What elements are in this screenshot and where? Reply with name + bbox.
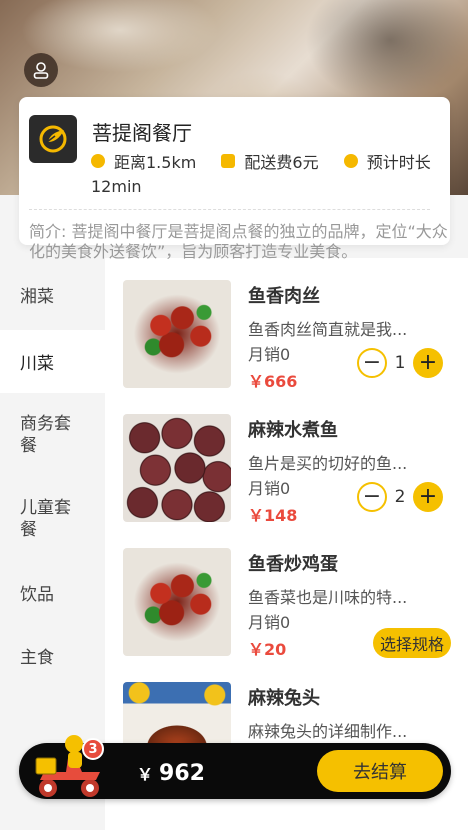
- sidebar-item-label: 商务套餐: [20, 414, 71, 456]
- shop-intro: 简介: 菩提阁中餐厅是菩提阁点餐的独立的品牌，定位“大众 化的美食外送餐饮”，旨…: [29, 222, 448, 261]
- dish-name: 麻辣兔头: [248, 688, 320, 709]
- dish-price: ￥666: [248, 372, 298, 391]
- list-item[interactable]: 鱼香肉丝 鱼香肉丝简直就是我... 月销0 ￥666 − 1 +: [105, 280, 468, 410]
- cart-total: ￥ 962: [137, 761, 205, 786]
- sidebar-item-hunan[interactable]: 湘菜: [0, 258, 105, 330]
- list-item[interactable]: 麻辣水煮鱼 鱼片是买的切好的鱼... 月销0 ￥148 − 2 +: [105, 414, 468, 544]
- dish-desc: 麻辣兔头的详细制作...: [248, 722, 408, 741]
- plus-button[interactable]: +: [413, 348, 443, 378]
- dish-sales: 月销0: [248, 345, 291, 364]
- eta-info: 预计时长: [343, 149, 431, 173]
- dish-desc: 鱼香菜也是川味的特...: [248, 588, 408, 607]
- minus-button[interactable]: −: [357, 348, 387, 378]
- distance-info: 距离1.5km: [91, 149, 196, 173]
- delivery-fee-info: 配送费6元: [221, 149, 319, 173]
- cart-count-badge: 3: [82, 738, 104, 760]
- dish-sales: 月销0: [248, 613, 291, 632]
- navigation-icon: [343, 154, 358, 168]
- sidebar-item-kids-set[interactable]: 儿童套餐: [0, 477, 105, 561]
- choose-spec-button[interactable]: 选择规格: [373, 628, 451, 658]
- dish-price: ￥148: [248, 506, 298, 525]
- distance-text: 距离1.5km: [114, 153, 197, 172]
- quantity-value: 1: [394, 353, 406, 373]
- user-icon[interactable]: [24, 53, 58, 87]
- dish-image: [123, 414, 231, 522]
- quantity-stepper: − 1 +: [357, 348, 443, 378]
- dish-desc: 鱼片是买的切好的鱼...: [248, 454, 408, 473]
- minus-button[interactable]: −: [357, 482, 387, 512]
- dish-image: [123, 280, 231, 388]
- clock-icon: [91, 154, 105, 168]
- currency-symbol: ￥: [137, 765, 154, 784]
- delivery-fee-text: 配送费6元: [244, 153, 319, 172]
- list-item[interactable]: 鱼香炒鸡蛋 鱼香菜也是川味的特... 月销0 ￥20 选择规格: [105, 548, 468, 678]
- cart-total-value: 962: [159, 761, 205, 786]
- quantity-stepper: − 2 +: [357, 482, 443, 512]
- dish-name: 鱼香炒鸡蛋: [248, 554, 338, 575]
- plus-button[interactable]: +: [413, 482, 443, 512]
- bag-icon: [221, 154, 236, 168]
- checkout-button[interactable]: 去结算: [317, 750, 443, 792]
- shop-logo-icon: [29, 115, 77, 163]
- eta-value: 12min: [91, 177, 142, 196]
- sidebar-item-staple[interactable]: 主食: [0, 624, 105, 687]
- sidebar-item-drinks[interactable]: 饮品: [0, 561, 105, 624]
- dish-sales: 月销0: [248, 479, 291, 498]
- quantity-value: 2: [394, 487, 406, 507]
- dish-name: 麻辣水煮鱼: [248, 420, 338, 441]
- dish-name: 鱼香肉丝: [248, 286, 320, 307]
- sidebar-item-business-set[interactable]: 商务套餐: [0, 393, 105, 477]
- dish-price: ￥20: [248, 640, 287, 659]
- sidebar-item-label: 儿童套餐: [20, 498, 71, 540]
- sidebar-item-sichuan[interactable]: 川菜: [0, 330, 105, 393]
- divider: [29, 209, 430, 210]
- dish-image: [123, 548, 231, 656]
- eta-label: 预计时长: [366, 153, 431, 172]
- shop-name: 菩提阁餐厅: [92, 121, 192, 145]
- shop-meta: 距离1.5km 配送费6元 预计时长: [91, 149, 431, 173]
- dish-desc: 鱼香肉丝简直就是我...: [248, 320, 408, 339]
